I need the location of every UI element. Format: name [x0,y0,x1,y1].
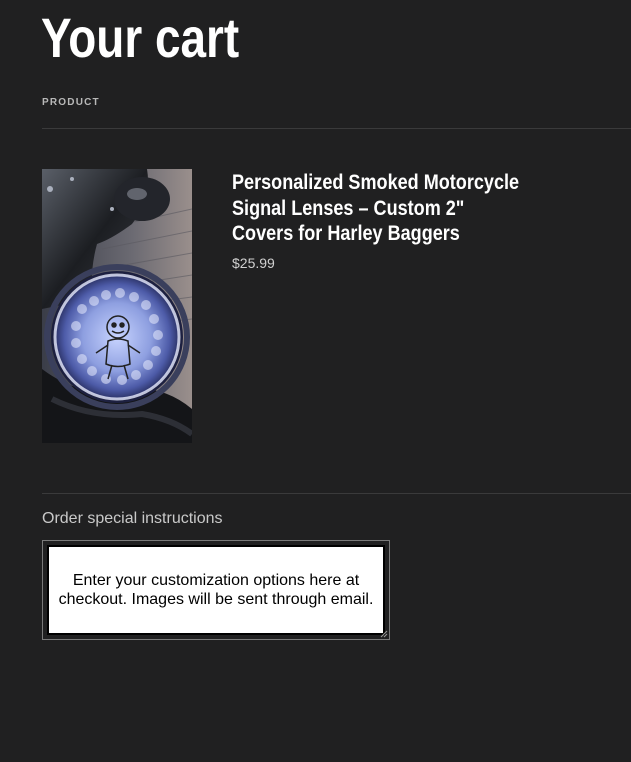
instructions-textarea[interactable]: Enter your customization options here at… [42,540,390,640]
product-name-link[interactable]: Personalized Smoked Motorcycle Signal Le… [232,170,524,247]
product-column-header: PRODUCT [42,97,100,108]
page-title: Your cart [41,6,240,69]
resize-grip-icon[interactable] [380,630,388,638]
header-divider [42,128,631,129]
cart-page: Your cart PRODUCT Personalized Smoked Mo… [0,0,631,762]
section-divider [42,493,631,494]
product-image[interactable] [42,169,192,443]
product-price: $25.99 [232,255,275,271]
instructions-label: Order special instructions [42,510,223,527]
instructions-text: Enter your customization options here at… [58,572,374,608]
instructions-note-panel: Enter your customization options here at… [47,545,385,635]
